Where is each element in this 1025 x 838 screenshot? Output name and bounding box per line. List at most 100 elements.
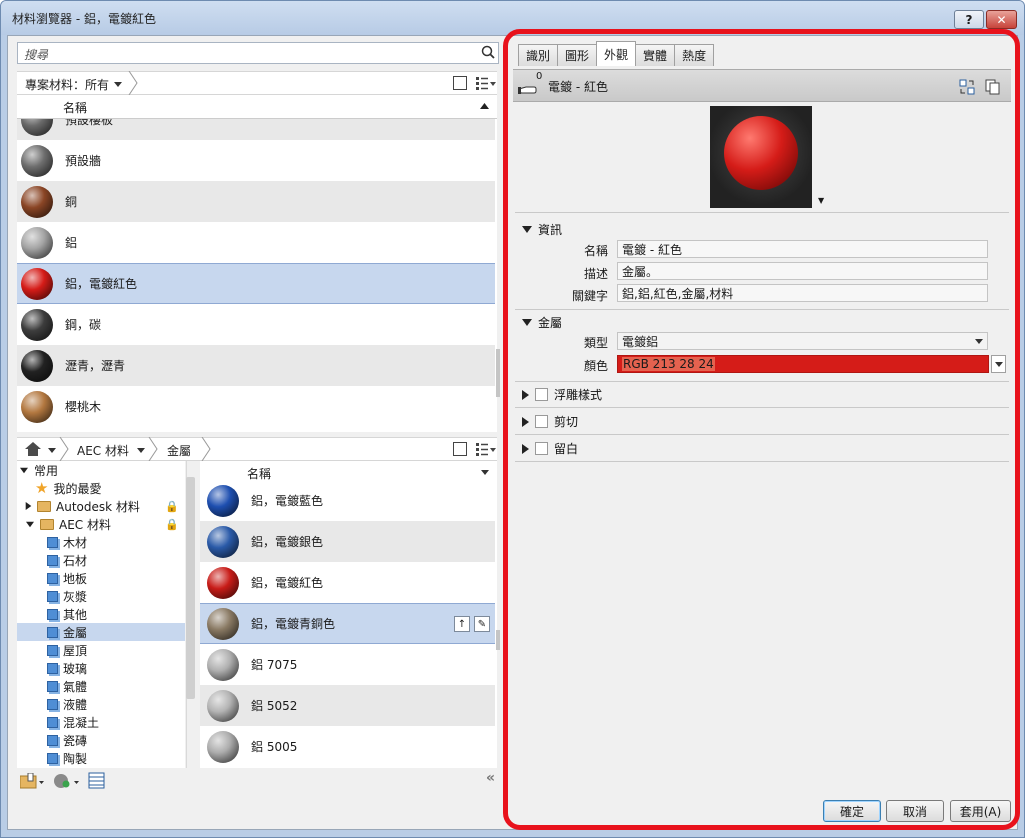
- search-box[interactable]: 搜尋: [17, 42, 499, 64]
- tree-item-label: 金屬: [63, 625, 88, 640]
- list-options-icon[interactable]: [476, 443, 496, 456]
- material-thumbnail: [17, 223, 57, 263]
- material-swatch: [21, 185, 53, 218]
- list-options-icon[interactable]: [476, 77, 496, 90]
- list-item[interactable]: 預設牆: [17, 140, 495, 181]
- tree-item[interactable]: 混凝土: [17, 713, 99, 731]
- view-toggle-icon[interactable]: [453, 76, 467, 90]
- category-icon: [47, 716, 58, 728]
- material-swatch: [207, 607, 239, 640]
- category-icon: [47, 608, 58, 620]
- tree-item[interactable]: 其他: [17, 605, 87, 623]
- material-name: 鋁，電鍍紅色: [251, 576, 324, 590]
- tree-item-label: 灰漿: [63, 589, 88, 604]
- tree-item[interactable]: 瓷磚: [17, 731, 87, 749]
- edit-material-button[interactable]: ✎: [474, 616, 490, 632]
- material-swatch: [207, 689, 239, 722]
- folder-icon: [40, 518, 54, 530]
- list-item[interactable]: 鋁，電鍍銀色: [200, 521, 495, 562]
- list-item[interactable]: 鋁，電鍍青銅色 ↑ ✎: [200, 603, 495, 644]
- material-thumbnail: [203, 481, 243, 521]
- tree-item[interactable]: 玻璃: [17, 659, 87, 677]
- help-button[interactable]: ?: [954, 10, 984, 29]
- material-name: 鋁: [65, 236, 78, 250]
- material-name: 銅: [65, 195, 78, 209]
- tree-item[interactable]: 地板: [17, 569, 87, 587]
- expand-right-icon: [25, 502, 32, 510]
- star-icon: ★: [35, 479, 49, 497]
- material-name: 預設樓板: [65, 119, 114, 127]
- create-material-icon[interactable]: [54, 773, 80, 789]
- material-name: 鋁 5005: [251, 740, 298, 754]
- category-icon: [47, 752, 58, 764]
- tree-item[interactable]: 液體: [17, 695, 87, 713]
- list-item[interactable]: 銅: [17, 181, 495, 222]
- tree-item[interactable]: 灰漿: [17, 587, 87, 605]
- tree-item[interactable]: AEC 材料 🔒: [17, 515, 179, 533]
- list-item[interactable]: 瀝青，瀝青: [17, 345, 495, 386]
- material-name: 鋁，電鍍藍色: [251, 494, 324, 508]
- chevron-down-icon[interactable]: [137, 448, 145, 453]
- search-icon[interactable]: [480, 44, 496, 60]
- material-name: 鋁，電鍍青銅色: [251, 617, 336, 631]
- category-icon: [47, 662, 58, 674]
- tree-item[interactable]: 常用: [17, 461, 58, 479]
- material-swatch: [21, 390, 53, 423]
- tree-item-label: AEC 材料: [59, 517, 111, 532]
- list-item[interactable]: 鋼，碳: [17, 304, 495, 345]
- project-materials-list: 預設樓板預設牆銅鋁鋁，電鍍紅色鋼，碳瀝青，瀝青 櫻桃木: [17, 119, 497, 432]
- view-toggle-icon[interactable]: [453, 442, 467, 456]
- breadcrumb-metal[interactable]: 金屬: [167, 442, 191, 459]
- tab-2[interactable]: 外觀: [596, 41, 637, 66]
- list-item[interactable]: 鋁 5052: [200, 685, 495, 726]
- list-item[interactable]: 鋁，電鍍紅色: [17, 263, 495, 304]
- tree-item-label: 木材: [63, 535, 88, 550]
- category-icon: [47, 644, 58, 656]
- list-item[interactable]: 鋁 5005: [200, 726, 495, 767]
- list-item[interactable]: 鋁，電鍍紅色: [200, 562, 495, 603]
- tree-item[interactable]: Autodesk 材料 🔒: [17, 497, 179, 515]
- material-name: 鋁 5052: [251, 699, 298, 713]
- list-item[interactable]: 鋁，電鍍藍色: [200, 480, 495, 521]
- tree-scroll-thumb[interactable]: [186, 477, 195, 699]
- material-thumbnail: [203, 604, 243, 644]
- list-item[interactable]: 預設樓板: [17, 119, 495, 140]
- list-item[interactable]: 鋁 7075: [200, 644, 495, 685]
- asset-browser-icon[interactable]: [88, 772, 105, 789]
- tree-item[interactable]: 陶製: [17, 749, 87, 767]
- tree-item[interactable]: 氣體: [17, 677, 87, 695]
- project-filter-dropdown[interactable]: 專案材料：所有: [25, 76, 123, 93]
- tree-item[interactable]: ★ 我的最愛: [17, 479, 101, 497]
- window-title: 材料瀏覽器 - 鋁，電鍍紅色: [12, 12, 156, 26]
- scrollbar[interactable]: [496, 349, 500, 397]
- tree-item[interactable]: 金屬: [17, 623, 185, 641]
- material-thumbnail: [203, 686, 243, 726]
- lock-icon: 🔒: [165, 499, 179, 513]
- material-name: 鋼，碳: [65, 318, 102, 332]
- collapse-panel-icon[interactable]: «: [486, 770, 495, 786]
- library-breadcrumb-bar: AEC 材料 金屬: [17, 437, 497, 461]
- list-item[interactable]: 鋁: [17, 222, 495, 263]
- chevron-down-icon: [114, 82, 123, 87]
- tree-item[interactable]: 屋頂: [17, 641, 87, 659]
- add-to-document-button[interactable]: ↑: [454, 616, 470, 632]
- tree-item[interactable]: 石材: [17, 551, 87, 569]
- material-swatch: [207, 525, 239, 558]
- chevron-down-icon[interactable]: [481, 470, 489, 475]
- list-item[interactable]: 櫻桃木: [17, 386, 495, 427]
- breadcrumb-aec[interactable]: AEC 材料: [77, 442, 129, 459]
- home-icon[interactable]: [25, 442, 41, 456]
- close-button[interactable]: ✕: [986, 10, 1017, 29]
- tree-item-label: 我的最愛: [53, 481, 102, 496]
- tree-item-label: 瓷磚: [63, 733, 88, 748]
- tree-item[interactable]: 木材: [17, 533, 87, 551]
- search-input[interactable]: 搜尋: [24, 46, 48, 63]
- open-library-icon[interactable]: [20, 773, 44, 789]
- tree-item-label: Autodesk 材料: [56, 499, 140, 514]
- column-name-header[interactable]: 名稱: [63, 99, 87, 116]
- scrollbar[interactable]: [496, 630, 500, 650]
- material-thumbnail: [203, 522, 243, 562]
- project-list-header[interactable]: 名稱: [17, 95, 497, 119]
- chevron-down-icon[interactable]: [48, 448, 56, 453]
- sort-ascending-icon: [480, 103, 489, 109]
